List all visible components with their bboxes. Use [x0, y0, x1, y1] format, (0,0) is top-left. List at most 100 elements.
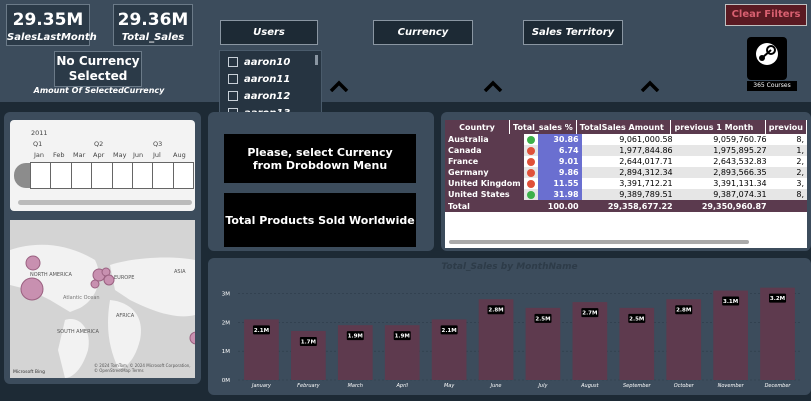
user-name: aaron10 [244, 56, 291, 68]
data-label: 1.9M [348, 334, 363, 340]
x-tick-label: March [348, 383, 363, 389]
y-tick-label: 2M [222, 320, 230, 326]
table-row[interactable]: Canada 6.74 1,977,844.86 1,975,895.27 1, [445, 145, 807, 156]
column-header[interactable]: previous 1 Month [670, 120, 766, 134]
map-bubble[interactable] [189, 331, 195, 345]
kpi-card-total-sales: 29.36M Total_Sales [113, 4, 193, 46]
column-header[interactable]: Total_sales % [509, 120, 577, 134]
total-amount: 29,358,677.22 [581, 200, 676, 212]
timeline-year: 2011 [31, 129, 48, 137]
user-name: aaron12 [244, 90, 291, 102]
table-row[interactable]: United States 31.98 9,389,789.51 9,387,074.… [445, 189, 807, 200]
kpi-label: Total_Sales [121, 32, 185, 43]
timeline-quarter: Q3 [153, 140, 163, 148]
users-slicer[interactable]: Users [220, 20, 318, 45]
map-bubble[interactable] [25, 255, 41, 271]
column-header[interactable]: TotalSales Amount [576, 120, 672, 134]
amount-cell: 9,061,000.58 [619, 135, 673, 144]
chevron-up-icon[interactable] [329, 80, 349, 92]
pct-cell: 31.98 [524, 189, 582, 200]
table-row[interactable]: France 9.01 2,644,017.71 2,643,532.83 2, [445, 156, 807, 167]
country-cell: Canada [445, 145, 524, 156]
data-label: 2.1M [254, 328, 269, 334]
data-label: 3.1M [723, 299, 738, 305]
map-label: AFRICA [116, 313, 135, 319]
timeline-month[interactable]: Jul [153, 151, 161, 159]
status-dot-icon [526, 146, 535, 155]
map-bubble[interactable] [90, 279, 100, 289]
checkbox[interactable] [228, 57, 238, 67]
timeline-month[interactable]: Mar [73, 151, 85, 159]
currency-prompt-box: Please, select Currency from Drobdown Me… [224, 134, 416, 183]
logo-tile [747, 37, 787, 80]
pct-value: 6.74 [537, 145, 582, 156]
table-row[interactable]: United Kingdom 11.55 3,391,712.21 3,391,131… [445, 178, 807, 189]
timeline-slicer[interactable]: 2011 Q1 Q2 Q3 Jan Feb Mar Apr May Jun Ju… [10, 120, 195, 211]
list-item[interactable]: aaron10 [228, 55, 290, 69]
sales-by-month-chart[interactable]: 0M 1M 2M 3M 2.1M January 1.7M February 1.9M March… [208, 275, 811, 393]
pct-cell: 11.55 [524, 178, 582, 189]
data-label: 2.8M [488, 308, 503, 314]
map-bubble[interactable] [20, 277, 44, 301]
timeline-cells[interactable] [30, 162, 194, 189]
country-cell: France [445, 156, 524, 167]
prev-month-cell: 3,391,131.34 [713, 179, 767, 188]
prev-month-cell: 9,059,760.76 [713, 135, 767, 144]
x-tick-label: May [444, 383, 455, 389]
prev2-cell: 2, [796, 168, 804, 177]
prev-month-cell: 2,643,532.83 [713, 157, 767, 166]
data-label: 3.2M [770, 296, 785, 302]
prev2-cell: 2, [796, 157, 804, 166]
x-tick-label: December [765, 383, 792, 389]
prev2-cell: 8, [796, 135, 804, 144]
pct-value: 9.01 [537, 156, 582, 167]
total-prev: 29,350,960.87 [675, 200, 770, 212]
total-prev2 [769, 200, 807, 212]
timeline-month[interactable]: Aug [173, 151, 186, 159]
currency-slicer[interactable]: Currency [373, 20, 473, 45]
matrix-scrollbar[interactable] [449, 240, 749, 244]
chart-title: Total_Sales by MonthName [441, 262, 578, 272]
column-header[interactable]: Country [445, 120, 511, 134]
amount-cell: 2,894,312.34 [619, 168, 673, 177]
sales-territory-slicer[interactable]: Sales Territory [523, 20, 623, 45]
column-header[interactable]: previou [765, 120, 807, 134]
chevron-up-icon[interactable] [640, 80, 660, 92]
map-attribution: © 2024 TomTom, © 2024 Microsoft Corporat… [94, 363, 191, 373]
currency-card-line1: No Currency [56, 54, 140, 68]
sales-map[interactable]: NORTH AMERICA EUROPE ASIA Atlantic Ocean… [10, 220, 195, 378]
timeline-month[interactable]: May [113, 151, 126, 159]
timeline-month[interactable]: Jun [133, 151, 143, 159]
y-tick-label: 0M [222, 378, 230, 384]
user-name: aaron11 [244, 73, 291, 85]
list-item[interactable]: aaron11 [228, 72, 290, 86]
x-tick-label: June [490, 383, 502, 389]
kpi-value: 29.35M [12, 10, 84, 30]
sales-matrix[interactable]: Country Total_sales % TotalSales Amount … [445, 120, 807, 248]
kpi-value: 29.36M [117, 10, 189, 30]
prev-month-cell: 1,975,895.27 [713, 146, 767, 155]
status-dot-icon [526, 135, 535, 144]
logo-caption: 365 Courses [747, 81, 797, 91]
table-row[interactable]: Germany 9.86 2,894,312.34 2,893,566.35 2, [445, 167, 807, 178]
timeline-month[interactable]: Apr [93, 151, 104, 159]
checkbox[interactable] [228, 91, 238, 101]
timeline-month[interactable]: Feb [53, 151, 65, 159]
timeline-scrollbar[interactable] [18, 200, 192, 205]
pct-value: 11.55 [537, 178, 582, 189]
checkbox[interactable] [228, 74, 238, 84]
amount-cell: 9,389,789.51 [619, 190, 673, 199]
table-row[interactable]: Australia 30.86 9,061,000.58 9,059,760.76 8, [445, 134, 807, 145]
pct-cell: 30.86 [524, 134, 582, 145]
timeline-month[interactable]: Jan [34, 151, 44, 159]
dropdown-scrollbar[interactable] [315, 55, 318, 65]
chevron-up-icon[interactable] [483, 80, 503, 92]
map-label: Atlantic Ocean [63, 295, 100, 301]
clear-filters-button[interactable]: Clear Filters [725, 4, 807, 26]
status-dot-icon [526, 179, 535, 188]
list-item[interactable]: aaron12 [228, 89, 290, 103]
x-tick-label: April [395, 383, 408, 389]
kpi-card-sales-last-month: 29.35M SalesLastMonth [6, 4, 97, 46]
pct-value: 30.86 [537, 134, 582, 145]
map-bubble[interactable] [103, 274, 115, 286]
